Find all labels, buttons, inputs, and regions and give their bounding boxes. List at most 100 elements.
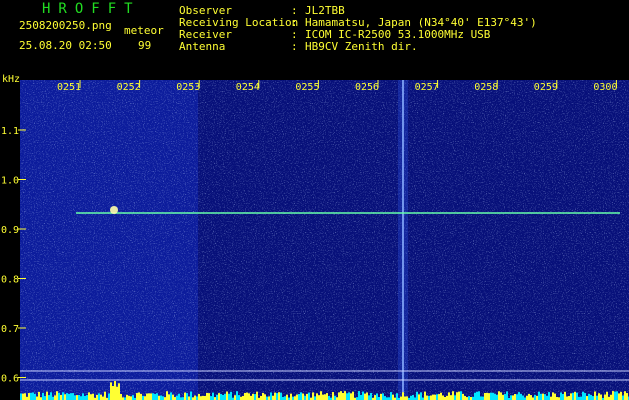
baseline-bar xyxy=(620,391,622,400)
baseline-bar xyxy=(222,394,224,400)
baseline-bar xyxy=(454,395,456,400)
baseline-bar xyxy=(262,392,264,400)
baseline-bar xyxy=(246,392,248,400)
date-time: 25.08.20 02:50 xyxy=(19,39,112,52)
baseline-bar xyxy=(202,395,204,400)
baseline-bar xyxy=(546,395,548,400)
baseline-bar xyxy=(314,396,316,400)
baseline-bar xyxy=(446,395,448,400)
baseline-bar xyxy=(494,393,496,400)
baseline-bar xyxy=(374,395,376,400)
baseline-bar xyxy=(146,393,148,400)
baseline-bar xyxy=(610,394,612,400)
baseline-bar xyxy=(358,391,360,400)
baseline-bar xyxy=(42,392,44,400)
baseline-bar xyxy=(500,392,502,400)
baseline-bar xyxy=(54,395,56,400)
baseline-bar xyxy=(320,391,322,400)
meteor-count: 99 xyxy=(138,39,152,52)
baseline-bar xyxy=(318,395,320,400)
baseline-bar xyxy=(188,396,190,400)
baseline-bar xyxy=(66,393,68,400)
baseline-bar xyxy=(20,393,22,400)
baseline-bar xyxy=(150,393,152,400)
frequency-unit: kHz xyxy=(2,74,21,85)
baseline-bar xyxy=(384,396,386,400)
baseline-bar xyxy=(220,393,222,400)
baseline-bar xyxy=(306,393,308,400)
baseline-bar xyxy=(510,395,512,400)
baseline-bar xyxy=(436,394,438,400)
baseline-bar xyxy=(128,395,130,400)
baseline-bar xyxy=(112,386,114,400)
header-panel: HROFFT 2508200250.png 25.08.20 02:50 met… xyxy=(0,0,629,78)
baseline-bar xyxy=(604,394,606,400)
baseline-bar xyxy=(236,391,238,400)
baseline-bar xyxy=(458,391,460,400)
x-tick-label: 0259 xyxy=(534,82,558,93)
baseline-bar xyxy=(204,395,206,400)
baseline-bar xyxy=(168,394,170,400)
y-tick-label: 0.6 xyxy=(1,374,19,385)
baseline-bar xyxy=(426,395,428,400)
baseline-bar xyxy=(400,396,402,400)
baseline-bar xyxy=(274,392,276,400)
baseline-bar xyxy=(148,393,150,400)
baseline-bar xyxy=(574,391,576,400)
baseline-bar xyxy=(430,395,432,400)
baseline-bar xyxy=(110,382,112,400)
baseline-bar xyxy=(130,396,132,400)
baseline-bar xyxy=(476,391,478,400)
baseline-bar xyxy=(376,393,378,400)
baseline-bar xyxy=(244,392,246,400)
baseline-bar xyxy=(22,393,24,400)
baseline-bar xyxy=(296,394,298,400)
baseline-bar xyxy=(58,392,60,400)
baseline-bar xyxy=(598,393,600,400)
baseline-bar xyxy=(370,392,372,400)
baseline-bar xyxy=(530,395,532,400)
baseline-bar xyxy=(260,395,262,400)
baseline-bar xyxy=(216,394,218,400)
baseline-bar xyxy=(342,392,344,400)
baseline-bar xyxy=(424,391,426,400)
baseline-bar xyxy=(526,395,528,400)
baseline-bar xyxy=(278,392,280,400)
baseline-bar xyxy=(434,394,436,400)
baseline-bar xyxy=(432,394,434,400)
baseline-bar xyxy=(478,391,480,400)
baseline-bar xyxy=(30,392,32,400)
baseline-bar xyxy=(542,393,544,400)
app-title: HROFFT xyxy=(42,1,141,17)
baseline-bar xyxy=(228,393,230,400)
baseline-bar xyxy=(588,393,590,400)
baseline-bar xyxy=(334,395,336,400)
baseline-bar xyxy=(404,396,406,400)
baseline-bar xyxy=(118,383,120,400)
baseline-bar xyxy=(96,394,98,400)
meteor-label: meteor xyxy=(124,24,164,37)
baseline-bar xyxy=(450,395,452,400)
baseline-bar xyxy=(50,392,52,400)
baseline-bar xyxy=(392,394,394,400)
baseline-bar xyxy=(176,395,178,400)
baseline-bar xyxy=(212,392,214,400)
baseline-bar xyxy=(190,391,192,400)
baseline-bar xyxy=(98,393,100,400)
baseline-bar xyxy=(264,394,266,400)
baseline-bar xyxy=(554,393,556,400)
antenna-key: Antenna xyxy=(179,40,226,53)
baseline-bar xyxy=(402,392,404,400)
baseline-bar xyxy=(572,392,574,400)
baseline-bar xyxy=(346,393,348,400)
baseline-bar xyxy=(600,394,602,400)
baseline-bar xyxy=(566,396,568,400)
baseline-bar xyxy=(504,393,506,400)
baseline-bar xyxy=(242,395,244,400)
baseline-bar xyxy=(492,392,494,400)
baseline-bar xyxy=(482,396,484,400)
baseline-bar xyxy=(92,393,94,400)
baseline-bar xyxy=(294,396,296,400)
baseline-bar xyxy=(590,394,592,400)
baseline-bar xyxy=(416,391,418,400)
